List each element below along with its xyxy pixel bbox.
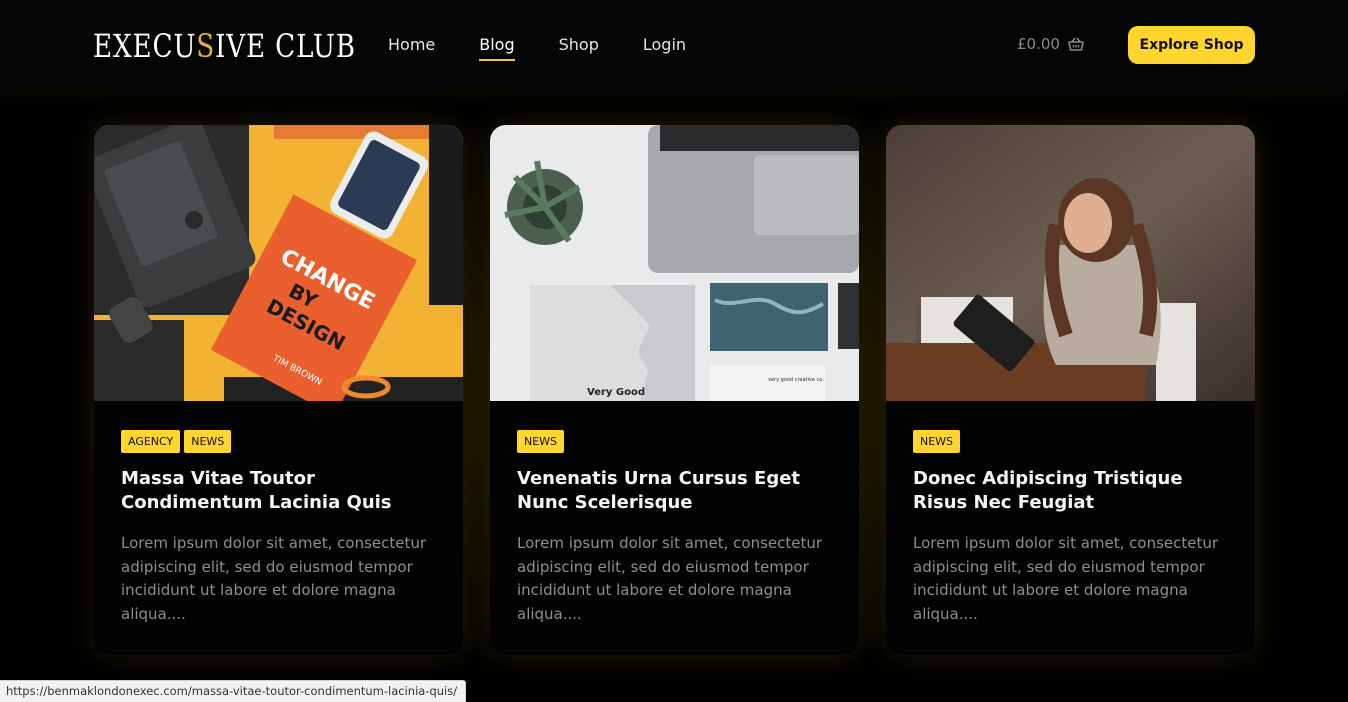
blog-card[interactable]: CHANGE BY DESIGN TIM BROWN AGENCY NEWS M… — [94, 125, 463, 655]
logo-accent-letter: S — [196, 27, 216, 65]
post-excerpt: Lorem ipsum dolor sit amet, consectetur … — [121, 534, 427, 623]
cart-summary[interactable]: £0.00 — [1017, 34, 1084, 54]
explore-shop-button[interactable]: Explore Shop — [1128, 26, 1255, 64]
site-header: EXECUSIVE CLUB Home Blog Shop Login £0.0… — [0, 0, 1348, 90]
post-thumbnail-image[interactable] — [886, 125, 1255, 401]
main-nav: Home Blog Shop Login — [388, 33, 730, 61]
site-logo[interactable]: EXECUSIVE CLUB — [93, 26, 356, 66]
logo-text-end: IVE CLUB — [215, 27, 356, 65]
logo-text-start: EXECU — [93, 27, 197, 65]
post-thumbnail-image[interactable]: Very Good very good creative co. — [490, 125, 859, 401]
blog-card[interactable]: Very Good very good creative co. NEWS Ve… — [490, 125, 859, 655]
post-tags: AGENCY NEWS — [121, 430, 232, 453]
nav-link-shop[interactable]: Shop — [559, 33, 599, 57]
post-excerpt: Lorem ipsum dolor sit amet, consectetur … — [517, 534, 823, 623]
post-title[interactable]: Donec Adipiscing Tristique Risus Nec Feu… — [913, 467, 1233, 515]
post-tags: NEWS — [913, 430, 961, 453]
small-card-text: very good creative co. — [768, 377, 824, 383]
nav-link-blog[interactable]: Blog — [479, 33, 516, 61]
cart-total: £0.00 — [1017, 35, 1060, 53]
post-tags: NEWS — [517, 430, 565, 453]
post-title[interactable]: Venenatis Urna Cursus Eget Nunc Sceleris… — [517, 467, 837, 515]
post-thumbnail-image[interactable]: CHANGE BY DESIGN TIM BROWN — [94, 125, 463, 401]
tag-badge[interactable]: NEWS — [184, 430, 232, 453]
link-status-bar: https://benmaklondonexec.com/massa-vitae… — [0, 680, 467, 702]
paper-text: Very Good — [587, 387, 645, 398]
post-title[interactable]: Massa Vitae Toutor Condimentum Lacinia Q… — [121, 467, 441, 515]
nav-link-home[interactable]: Home — [388, 33, 435, 57]
post-excerpt: Lorem ipsum dolor sit amet, consectetur … — [913, 534, 1219, 623]
tag-badge[interactable]: NEWS — [913, 430, 961, 453]
nav-link-login[interactable]: Login — [643, 33, 686, 57]
blog-card[interactable]: NEWS Donec Adipiscing Tristique Risus Ne… — [886, 125, 1255, 655]
basket-icon — [1068, 37, 1084, 51]
tag-badge[interactable]: NEWS — [517, 430, 565, 453]
tag-badge[interactable]: AGENCY — [121, 430, 181, 453]
